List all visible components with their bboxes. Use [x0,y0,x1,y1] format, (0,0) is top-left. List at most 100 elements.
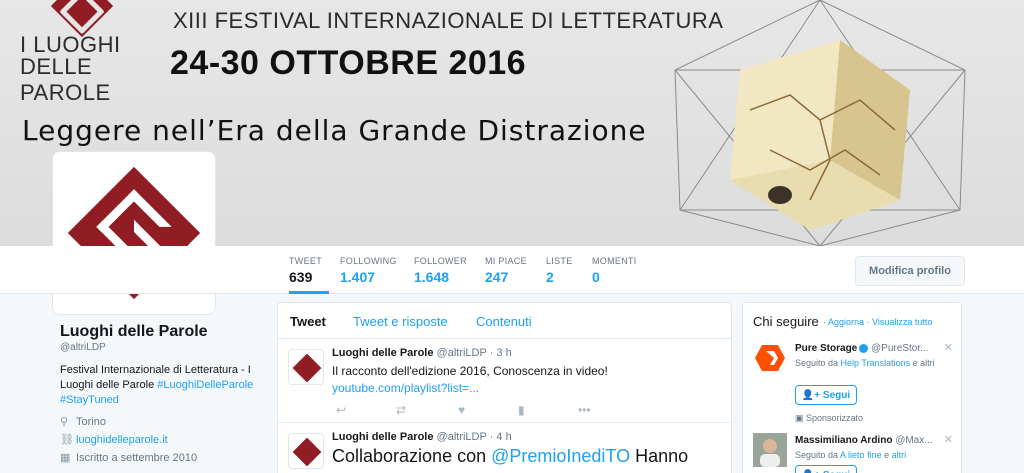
profile-handle[interactable]: @altriLDP [60,342,106,353]
tweet-handle-time[interactable]: @altriLDP · 4 h [437,431,512,443]
tab-tweet[interactable]: Tweet [290,314,326,329]
retweet-icon[interactable]: ⇄ [396,403,406,417]
tweet-mention-link[interactable]: @PremioInediTO [491,446,630,466]
more-icon[interactable]: ••• [578,403,591,417]
who-to-follow-links[interactable]: · Aggiorna · Visualizza tutto [823,317,932,327]
suggestion-avatar[interactable] [753,433,787,467]
tweet-body-text: Collaborazione con [332,446,492,466]
nav-momenti[interactable]: MOMENTI 0 [592,246,637,294]
like-icon[interactable]: ♥ [458,403,465,417]
timeline: Tweet Tweet e risposte Contenuti Luoghi … [277,302,732,473]
nav-value: 247 [485,269,509,285]
tweet-handle-time[interactable]: @altriLDP · 3 h [437,347,512,359]
follow-icon: 👤+ [802,470,823,473]
tweet-header: Luoghi delle Parole @altriLDP · 3 h [332,347,512,359]
location-pin-icon: ⚲ [60,416,69,428]
tweet-text: Collaborazione con @PremioInediTO Hanno [332,445,722,467]
pure-storage-logo-icon [755,345,785,371]
tab-tweet-e-risposte[interactable]: Tweet e risposte [353,314,448,329]
tweet-body-text: Il racconto dell'edizione 2016, Conoscen… [332,364,608,378]
festival-logo: I LUOGHI DELLE PAROLE [20,0,150,105]
timeline-tabs: Tweet Tweet e risposte Contenuti [278,303,731,339]
profile-location: ⚲ Torino [60,415,106,428]
verified-badge-icon [859,343,869,353]
profile-nav: TWEET 639 FOLLOWING 1.407 FOLLOWER 1.648… [0,246,1024,294]
tweet-link[interactable]: youtube.com/playlist?list=... [332,381,479,395]
who-to-follow-title: Chi seguire [753,314,819,329]
suggestion-display-name[interactable]: Pure Storage [795,343,857,354]
tab-contenuti[interactable]: Contenuti [476,314,532,329]
tweet[interactable]: Luoghi delle Parole @altriLDP · 4 h Coll… [278,423,731,473]
nav-value: 1.407 [340,269,376,285]
bio-hashtag-link[interactable]: #LuoghiDelleParole [157,379,253,391]
nav-mi-piace[interactable]: MI PIACE 247 [485,246,527,294]
tweet-avatar[interactable] [288,433,324,469]
tweet-author-name[interactable]: Luoghi delle Parole [332,431,433,443]
sponsored-text: Sponsorizzato [806,413,864,423]
website-link[interactable]: luoghidelleparole.it [76,434,168,446]
suggestion-name[interactable]: Massimiliano Ardino @Max... [795,435,933,446]
nav-label: MI PIACE [485,256,527,266]
context-prefix: Seguito da [795,450,841,460]
suggestion-context: Seguito da Help Translations e altri [795,357,945,369]
dismiss-icon[interactable]: ✕ [944,433,953,446]
sponsored-label: ▣ Sponsorizzato [795,413,863,424]
tweet-actions: ↩ ⇄ ♥ ▮ ••• [332,403,612,419]
banner-tagline: Leggere nell’Era della Grande Distrazion… [22,114,647,147]
location-text: Torino [76,416,106,428]
person-photo-icon [753,433,787,467]
crystal-cube-illustration [674,0,966,246]
analytics-icon[interactable]: ▮ [518,403,525,417]
follow-button[interactable]: 👤+ Segui [795,385,857,405]
edit-profile-button[interactable]: Modifica profilo [855,256,965,286]
nav-value: 0 [592,269,600,285]
suggestion-name[interactable]: Pure Storage @PureStor... [795,343,928,354]
context-prefix: Seguito da [795,358,841,368]
context-link[interactable]: Help Translations [841,358,911,368]
bio-hashtag-link[interactable]: #StayTuned [60,394,119,406]
calendar-icon: ▦ [60,452,71,464]
suggestion-avatar[interactable] [753,341,787,375]
nav-follower[interactable]: FOLLOWER 1.648 [414,246,467,294]
promoted-icon: ▣ [795,413,807,423]
context-link[interactable]: altri [892,450,907,460]
suggestion-handle[interactable]: @PureStor... [871,343,928,354]
suggestion-card: Pure Storage @PureStor... Seguito da Hel… [753,341,953,425]
who-to-follow: Chi seguire · Aggiorna · Visualizza tutt… [742,302,962,473]
suggestion-display-name[interactable]: Massimiliano Ardino [795,435,892,446]
follow-icon: 👤+ [801,389,823,401]
context-suffix: e altri [910,358,935,368]
logo-line-2: DELLE PAROLE [20,54,111,105]
nav-label: FOLLOWING [340,256,397,266]
nav-label: LISTE [546,256,573,266]
tweet-text: Il racconto dell'edizione 2016, Conoscen… [332,363,722,397]
joined-text: Iscritto a settembre 2010 [76,452,198,464]
nav-following[interactable]: FOLLOWING 1.407 [340,246,397,294]
nav-value: 1.648 [414,269,450,285]
tweet-header: Luoghi delle Parole @altriLDP · 4 h [332,431,512,443]
banner-dates: 24-30 OTTOBRE 2016 [170,44,527,82]
nav-label: MOMENTI [592,256,637,266]
banner-subtitle: XIII FESTIVAL INTERNAZIONALE DI LETTERAT… [173,8,724,33]
tweet[interactable]: Luoghi delle Parole @altriLDP · 3 h Il r… [278,339,731,423]
nav-liste[interactable]: LISTE 2 [546,246,573,294]
context-link[interactable]: A lieto fine [840,450,882,460]
suggestion-card: Massimiliano Ardino @Max... Seguito da A… [753,433,953,473]
profile-name[interactable]: Luoghi delle Parole [60,323,208,341]
context-mid: e [881,450,892,460]
tweet-avatar[interactable] [288,349,324,385]
nav-label: TWEET [289,256,322,266]
dismiss-icon[interactable]: ✕ [944,341,953,354]
profile-website: ⛓ luoghidelleparole.it [60,433,168,446]
nav-value: 639 [289,269,313,285]
follow-label: Segui [822,389,851,401]
profile-bio: Festival Internazionale di Letteratura -… [60,363,260,408]
suggestion-handle[interactable]: @Max... [895,435,932,446]
follow-button[interactable]: 👤+ Segui [795,465,857,473]
reply-icon[interactable]: ↩ [336,403,346,417]
follow-label: Segui [823,470,850,473]
tweet-author-name[interactable]: Luoghi delle Parole [332,347,433,359]
link-icon: ⛓ [60,434,74,446]
profile-joined: ▦ Iscritto a settembre 2010 [60,451,197,464]
nav-tweet[interactable]: TWEET 639 [289,246,329,294]
